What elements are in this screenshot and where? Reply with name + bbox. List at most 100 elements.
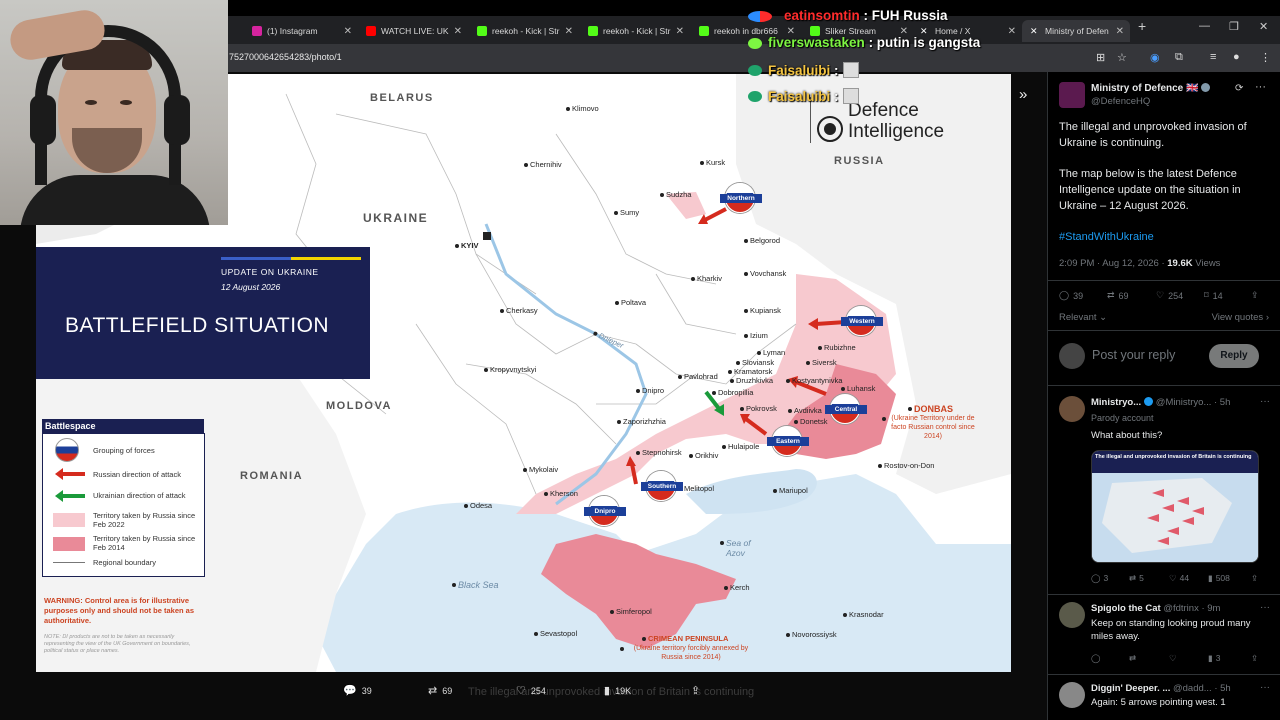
comment-handle: @Ministryo... · 5h <box>1155 397 1231 408</box>
reply-button[interactable]: ◯ 39 <box>1059 290 1083 301</box>
city-label: Mariupol <box>773 486 808 495</box>
author-name[interactable]: Ministry of Defence 🇬🇧 <box>1091 83 1211 94</box>
tab-ministry-of-defence[interactable]: ✕ Ministry of Defen ✕ <box>1022 20 1130 42</box>
reply-input[interactable]: Post your reply <box>1092 348 1175 362</box>
install-app-icon[interactable]: ⊞ <box>1096 51 1105 64</box>
more-icon[interactable]: ··· <box>1260 682 1270 693</box>
tab-kick-1[interactable]: reekoh - Kick | Str ✕ <box>477 20 573 42</box>
map-warning: WARNING: Control area is for illustrativ… <box>44 596 195 625</box>
like-button[interactable]: ♡ <box>1169 653 1177 664</box>
close-icon[interactable]: ✕ <box>1116 26 1124 37</box>
minimize-icon[interactable]: — <box>1199 20 1210 32</box>
bookmark-icon: ⌑ <box>1204 290 1209 300</box>
city-label: Stepnohirsk <box>636 448 682 457</box>
close-icon[interactable]: ✕ <box>344 26 352 37</box>
donbas-note: (Ukraine Territory under de facto Russia… <box>882 414 978 441</box>
bookmark-button[interactable]: ⌑ 14 <box>1204 290 1223 301</box>
profile-icon[interactable]: ● <box>1233 51 1240 63</box>
city-label: Mykolaiv <box>522 465 559 474</box>
badge-icon <box>748 65 762 76</box>
share-button[interactable]: ⇪ <box>1251 653 1258 664</box>
reply-button[interactable]: 💬 39 <box>343 684 372 697</box>
city-label: Zaporizhzhia <box>617 417 666 426</box>
tab-instagram[interactable]: (1) Instagram ✕ <box>252 20 352 42</box>
like-button[interactable]: ♡ 254 <box>516 684 546 697</box>
share-icon: ⇪ <box>1251 653 1259 663</box>
more-icon[interactable]: ··· <box>1260 396 1270 407</box>
sea-label-black-sea: Black Sea <box>452 580 499 590</box>
comment-author[interactable]: Diggin' Deeper. ... @dadd... · 5h <box>1091 683 1231 694</box>
city-label: Simferopol <box>610 607 652 616</box>
country-label-romania: ROMANIA <box>240 470 304 482</box>
chat-username: Faisaluibi : <box>768 88 859 104</box>
views-count: 19K <box>615 685 632 696</box>
city-label: Belgorod <box>743 236 781 245</box>
tweet-text: The illegal and unprovoked invasion of U… <box>1059 119 1271 214</box>
window-close-icon[interactable]: ✕ <box>1259 20 1268 33</box>
grouping-label: Western <box>841 317 883 326</box>
legend-title: Battlespace <box>42 419 204 433</box>
hashtag-link[interactable]: #StandWithUkraine <box>1059 231 1154 243</box>
tab-watch-live[interactable]: WATCH LIVE: UK ✕ <box>366 20 462 42</box>
comment-actions: ◯ ⇄ ♡ ▮ 3 ⇪ <box>1091 653 1271 665</box>
view-quotes-label: View quotes <box>1211 312 1264 323</box>
ukraine-flag-stripe <box>221 257 361 260</box>
comment-author[interactable]: Ministryo... @Ministryo... · 5h <box>1091 397 1230 408</box>
close-icon[interactable]: ✕ <box>676 26 684 37</box>
comment-text: Keep on standing looking proud many mile… <box>1091 618 1251 642</box>
puzzle-icon[interactable]: ⧉ <box>1175 51 1183 64</box>
url-field[interactable]: 7527000642654283/photo/1 <box>229 52 342 62</box>
more-icon[interactable]: ··· <box>1255 81 1266 93</box>
avatar[interactable] <box>1059 396 1085 422</box>
comment-author[interactable]: Spigolo the Cat @fdtrinx · 9m <box>1091 603 1220 614</box>
sort-dropdown[interactable]: Relevant ⌄ <box>1059 312 1107 323</box>
reply-icon: ◯ <box>1091 573 1101 583</box>
divider <box>1048 674 1280 675</box>
viewer-action-bar: The illegal and unprovoked invasion of B… <box>0 674 1047 720</box>
collapse-sidebar-icon[interactable]: » <box>1019 86 1027 103</box>
reply-button[interactable]: ◯ <box>1091 653 1101 664</box>
views-button[interactable]: ▮ 3 <box>1208 653 1220 664</box>
comment-handle: @fdtrinx · 9m <box>1163 603 1221 614</box>
comment-image[interactable]: The illegal and unprovoked invasion of B… <box>1091 450 1259 563</box>
city-label: Kupiansk <box>744 306 781 315</box>
avatar[interactable] <box>1059 82 1085 108</box>
views-button[interactable]: ▮ 19K <box>604 684 631 697</box>
bookmark-star-icon[interactable]: ☆ <box>1117 51 1127 64</box>
repost-button[interactable]: ⇄ <box>1129 653 1136 664</box>
like-button[interactable]: ♡ 254 <box>1156 290 1183 301</box>
close-icon[interactable]: ✕ <box>454 26 462 37</box>
share-button[interactable]: ⇪ <box>1251 290 1259 301</box>
chat-user-text: eatinsomtin <box>784 8 860 23</box>
reading-list-icon[interactable]: ≡ <box>1210 51 1216 63</box>
avatar[interactable] <box>1059 602 1085 628</box>
more-icon[interactable]: ··· <box>1260 602 1270 613</box>
menu-dots-icon[interactable]: ⋮ <box>1260 51 1271 64</box>
grok-icon[interactable]: ⟳ <box>1235 83 1243 94</box>
repost-button[interactable]: ⇄ 5 <box>1129 573 1144 584</box>
repost-button[interactable]: ⇄ 69 <box>1107 290 1129 301</box>
repost-button[interactable]: ⇄ 69 <box>428 684 452 697</box>
author-handle[interactable]: @DefenceHQ <box>1091 96 1150 107</box>
extension-icon[interactable]: ◉ <box>1150 51 1160 64</box>
close-icon[interactable]: ✕ <box>565 26 573 37</box>
reply-icon: 💬 <box>343 685 357 697</box>
avatar[interactable] <box>1059 682 1085 708</box>
city-label: Pokrovsk <box>740 404 777 413</box>
tweet-sidebar: Ministry of Defence 🇬🇧 @DefenceHQ ⟳ ··· … <box>1047 72 1280 720</box>
divider <box>1048 385 1280 386</box>
tab-kick-2[interactable]: reekoh - Kick | Str ✕ <box>588 20 684 42</box>
new-tab-button[interactable]: + <box>1138 18 1146 34</box>
grouping-marker: Dnipro <box>584 496 626 526</box>
donbas-title: DONBAS <box>907 404 954 414</box>
reply-submit-button[interactable]: Reply <box>1209 344 1259 368</box>
like-button[interactable]: ♡ 44 <box>1169 573 1189 584</box>
reply-button[interactable]: ◯ 3 <box>1091 573 1108 584</box>
view-quotes-link[interactable]: View quotes › <box>1212 312 1269 323</box>
views-button[interactable]: ▮ 508 <box>1208 573 1230 584</box>
repost-icon: ⇄ <box>1107 290 1115 300</box>
share-button[interactable]: ⇪ <box>1251 573 1258 584</box>
close-icon[interactable]: ✕ <box>1008 26 1016 37</box>
share-button[interactable]: ⇪ <box>691 684 700 697</box>
maximize-icon[interactable]: ❐ <box>1229 20 1239 33</box>
